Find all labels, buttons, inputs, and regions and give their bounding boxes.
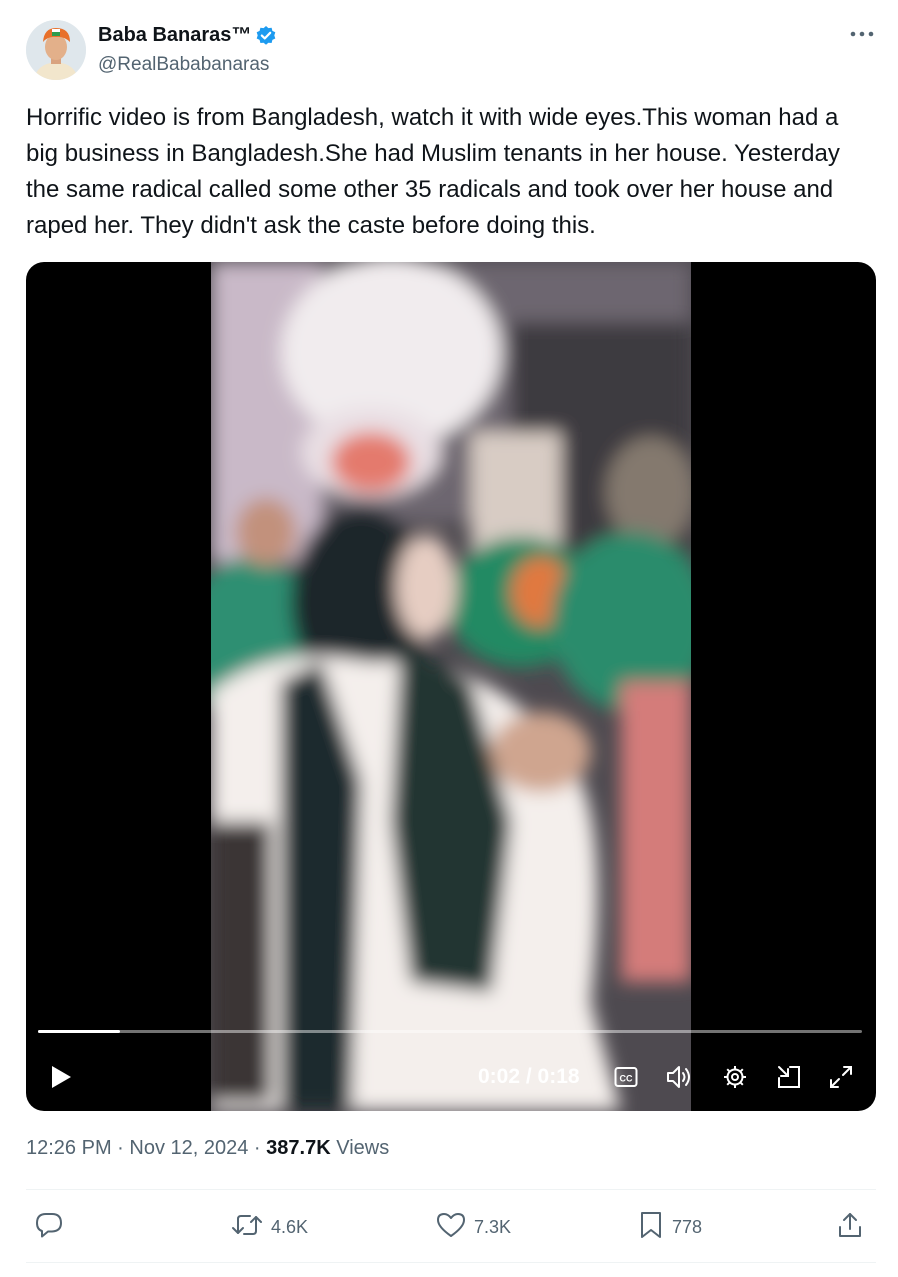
bookmark-icon (638, 1210, 664, 1245)
captions-icon[interactable]: CC (612, 1062, 640, 1092)
video-current-time: 0:02 (478, 1065, 521, 1088)
views-count[interactable]: 387.7K (266, 1137, 331, 1159)
video-progress-bar[interactable] (38, 1030, 862, 1033)
svg-text:CC: CC (620, 1074, 633, 1084)
meta-separator: · (111, 1137, 130, 1159)
share-icon (836, 1210, 864, 1245)
like-count: 7.3K (474, 1216, 512, 1237)
reply-button[interactable] (34, 1205, 72, 1249)
retweet-button[interactable]: 4.6K (231, 1205, 308, 1249)
video-time: 0:02 / 0:18 (478, 1062, 580, 1092)
divider (26, 1262, 876, 1263)
tweet-time[interactable]: 12:26 PM (26, 1137, 112, 1159)
tweet-date[interactable]: Nov 12, 2024 (129, 1137, 248, 1159)
display-name[interactable]: Baba Banaras™ (98, 24, 251, 47)
reply-icon (34, 1211, 64, 1244)
handle[interactable]: @RealBababanaras (98, 54, 269, 76)
like-button[interactable]: 7.3K (436, 1205, 511, 1249)
views-label: Views (330, 1137, 390, 1159)
retweet-icon (231, 1211, 263, 1244)
volume-icon[interactable] (664, 1062, 694, 1092)
video-player[interactable]: 0:02 / 0:18 CC (26, 262, 876, 1111)
verified-badge-icon (255, 25, 277, 47)
pip-icon[interactable] (774, 1062, 804, 1092)
fullscreen-icon[interactable] (826, 1062, 856, 1092)
bookmark-count: 778 (672, 1216, 703, 1237)
divider (26, 1189, 876, 1190)
share-button[interactable] (836, 1205, 864, 1249)
action-bar: 4.6K 7.3K 778 (26, 1205, 876, 1249)
avatar[interactable] (26, 20, 86, 80)
more-icon[interactable] (848, 24, 876, 44)
name-row: Baba Banaras™ (98, 24, 277, 47)
tweet-header: Baba Banaras™ @RealBababanaras (26, 18, 876, 80)
meta-separator: · (248, 1137, 267, 1159)
video-duration: 0:18 (537, 1065, 580, 1088)
like-icon (436, 1211, 466, 1244)
tweet-meta: 12:26 PM · Nov 12, 2024 · 387.7K Views (26, 1137, 389, 1160)
play-icon[interactable] (46, 1062, 76, 1092)
tweet-text: Horrific video is from Bangladesh, watch… (26, 104, 840, 239)
video-time-separator: / (520, 1065, 538, 1088)
bookmark-button[interactable]: 778 (638, 1205, 702, 1249)
retweet-count: 4.6K (271, 1216, 309, 1237)
settings-icon[interactable] (720, 1062, 750, 1092)
video-frame[interactable] (211, 262, 691, 1111)
video-progress-fill (38, 1030, 121, 1033)
